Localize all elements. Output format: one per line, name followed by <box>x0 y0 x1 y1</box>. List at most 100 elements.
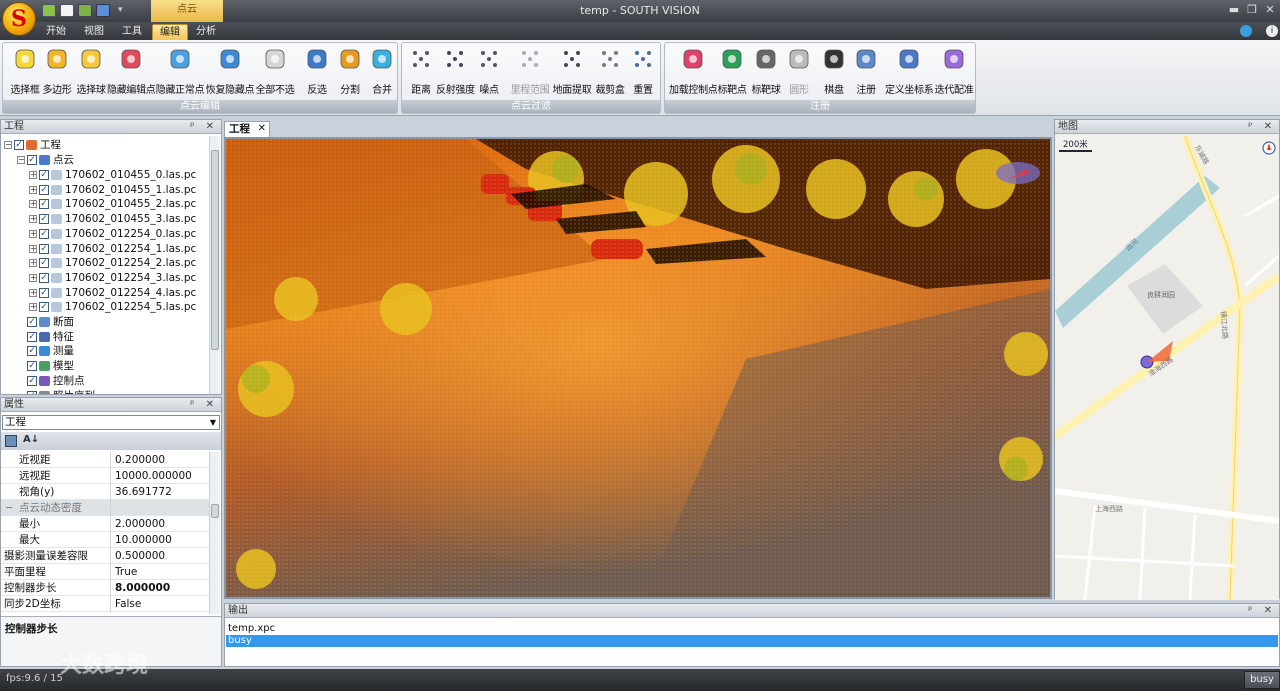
visibility-checkbox[interactable]: ✓ <box>39 184 49 195</box>
property-row[interactable]: 控制器步长 8.000000 <box>1 580 209 596</box>
expand-icon[interactable]: + <box>29 303 37 312</box>
visibility-checkbox[interactable]: ✓ <box>39 287 49 298</box>
tree-node-photo-sequence[interactable]: ✓ 照片序列 <box>17 389 95 394</box>
target-point-button[interactable]: 标靶点 <box>715 47 749 96</box>
noise-filter-button[interactable]: 噪点 <box>472 47 506 96</box>
visibility-checkbox[interactable]: ✓ <box>39 214 49 225</box>
expand-icon[interactable]: + <box>29 185 37 194</box>
app-logo[interactable]: S <box>2 2 36 36</box>
quick-access-dropdown-icon[interactable]: ▾ <box>118 4 132 17</box>
polygon-button[interactable]: 多边形 <box>41 47 73 96</box>
iterative-registration-button[interactable]: 迭代配准 <box>933 47 975 96</box>
object-select[interactable]: 工程 ▼ <box>2 415 220 430</box>
property-row[interactable]: 最小 2.000000 <box>1 516 209 532</box>
property-row[interactable]: 视角(y) 36.691772 <box>1 484 209 500</box>
visibility-checkbox[interactable]: ✓ <box>27 361 37 372</box>
output-line-selected[interactable]: busy <box>226 635 1278 647</box>
property-value[interactable]: 0.500000 <box>115 548 209 564</box>
expand-icon[interactable]: + <box>29 200 37 209</box>
tab-start[interactable]: 开始 <box>38 24 74 40</box>
property-value[interactable]: 36.691772 <box>115 484 209 500</box>
output-line[interactable]: temp.xpc <box>226 623 1278 635</box>
tree-node-model[interactable]: ✓ 模型 <box>17 359 74 373</box>
scroll-thumb[interactable] <box>211 504 219 518</box>
property-row[interactable]: 同步2D坐标 False <box>1 596 209 612</box>
visibility-checkbox[interactable]: ✓ <box>27 331 37 342</box>
tab-edit[interactable]: 编辑 <box>152 24 188 40</box>
property-value[interactable]: 10.000000 <box>115 532 209 548</box>
visibility-checkbox[interactable]: ✓ <box>39 302 49 313</box>
visibility-checkbox[interactable]: ✓ <box>27 346 37 357</box>
hide-normal-points-button[interactable]: 隐藏正常点 <box>155 47 205 96</box>
property-value[interactable]: True <box>115 564 209 580</box>
deselect-all-button[interactable]: 全部不选 <box>255 47 295 96</box>
property-row[interactable]: 远视距 10000.000000 <box>1 468 209 484</box>
panel-pin-close-icon[interactable]: ᵖ ✕ <box>190 120 218 134</box>
visibility-checkbox[interactable]: ✓ <box>27 390 37 394</box>
panel-pin-close-icon[interactable]: ᵖ ✕ <box>1248 120 1276 134</box>
tree-node-project[interactable]: − ✓ 工程 <box>4 138 61 152</box>
panel-pin-close-icon[interactable]: ᵖ ✕ <box>1248 604 1276 618</box>
open-icon[interactable] <box>60 4 74 17</box>
property-category[interactable]: − 点云动态密度 <box>1 500 209 516</box>
tree-node-section[interactable]: ✓ 断面 <box>17 315 74 329</box>
expand-icon[interactable]: + <box>29 215 37 224</box>
tree-node-file[interactable]: + ✓ 170602_010455_0.las.pc <box>29 168 196 182</box>
tab-view[interactable]: 视图 <box>76 24 112 40</box>
property-value[interactable]: 2.000000 <box>115 516 209 532</box>
tab-analysis[interactable]: 分析 <box>188 24 224 40</box>
ground-extract-button[interactable]: 地面提取 <box>552 47 592 96</box>
load-control-points-button[interactable]: 加载控制点 <box>669 47 718 96</box>
property-row[interactable]: 最大 10.000000 <box>1 532 209 548</box>
minimize-button[interactable]: ▬ <box>1226 3 1242 17</box>
visibility-checkbox[interactable]: ✓ <box>39 243 49 254</box>
tree-node-file[interactable]: + ✓ 170602_012254_3.las.pc <box>29 271 196 285</box>
tab-tools[interactable]: 工具 <box>114 24 150 40</box>
visibility-checkbox[interactable]: ✓ <box>14 140 24 150</box>
close-button[interactable]: ✕ <box>1262 3 1278 17</box>
property-row[interactable]: 平面里程 True <box>1 564 209 580</box>
theme-icon[interactable] <box>1240 25 1252 37</box>
expand-icon[interactable]: + <box>29 171 37 179</box>
tree-node-file[interactable]: + ✓ 170602_010455_1.las.pc <box>29 183 196 197</box>
invert-selection-button[interactable]: 反选 <box>301 47 333 96</box>
tree-node-feature[interactable]: ✓ 特征 <box>17 330 74 344</box>
chevron-down-icon[interactable]: ▼ <box>210 416 216 429</box>
tree-scrollbar[interactable] <box>209 136 220 394</box>
help-icon[interactable]: i <box>1266 25 1278 37</box>
close-tab-icon[interactable]: ✕ <box>258 122 266 136</box>
expand-icon[interactable]: + <box>29 259 37 268</box>
visibility-checkbox[interactable]: ✓ <box>39 170 49 180</box>
merge-button[interactable]: 合并 <box>367 47 397 96</box>
reset-filter-button[interactable]: 重置 <box>628 47 658 96</box>
visibility-checkbox[interactable]: ✓ <box>39 228 49 239</box>
tree-node-file[interactable]: + ✓ 170602_010455_2.las.pc <box>29 197 196 211</box>
tree-node-pointcloud[interactable]: − ✓ 点云 <box>17 153 74 167</box>
visibility-checkbox[interactable]: ✓ <box>27 155 37 165</box>
crop-box-button[interactable]: 裁剪盒 <box>594 47 626 96</box>
property-value[interactable]: 0.200000 <box>115 452 209 468</box>
expand-icon[interactable]: + <box>29 273 37 282</box>
property-row[interactable]: 摄影测量误差容限 0.500000 <box>1 548 209 564</box>
new-icon[interactable] <box>42 4 56 17</box>
tree-node-file[interactable]: + ✓ 170602_012254_2.las.pc <box>29 256 196 270</box>
circle-target-button[interactable]: 圆形 <box>783 47 815 96</box>
save-icon[interactable] <box>96 4 110 17</box>
checkerboard-button[interactable]: 棋盘 <box>819 47 849 96</box>
register-button[interactable]: 注册 <box>851 47 881 96</box>
hide-edit-points-button[interactable]: 隐藏编辑点 <box>107 47 156 96</box>
mileage-range-button[interactable]: 里程范围 <box>510 47 550 96</box>
property-row[interactable]: 近视距 0.200000 <box>1 452 209 468</box>
import-icon[interactable] <box>78 4 92 17</box>
tree-node-file[interactable]: + ✓ 170602_012254_1.las.pc <box>29 242 196 256</box>
select-box-button[interactable]: 选择框 <box>9 47 41 96</box>
property-value[interactable]: 8.000000 <box>115 580 209 596</box>
property-value[interactable]: 10000.000000 <box>115 468 209 484</box>
visibility-checkbox[interactable]: ✓ <box>39 258 49 269</box>
panel-pin-close-icon[interactable]: ᵖ ✕ <box>190 398 218 412</box>
visibility-checkbox[interactable]: ✓ <box>39 272 49 283</box>
distance-filter-button[interactable]: 距离 <box>408 47 434 96</box>
restore-hidden-button[interactable]: 恢复隐藏点 <box>205 47 255 96</box>
tree-node-file[interactable]: + ✓ 170602_012254_0.las.pc <box>29 227 196 241</box>
tree-node-measure[interactable]: ✓ 测量 <box>17 344 74 358</box>
